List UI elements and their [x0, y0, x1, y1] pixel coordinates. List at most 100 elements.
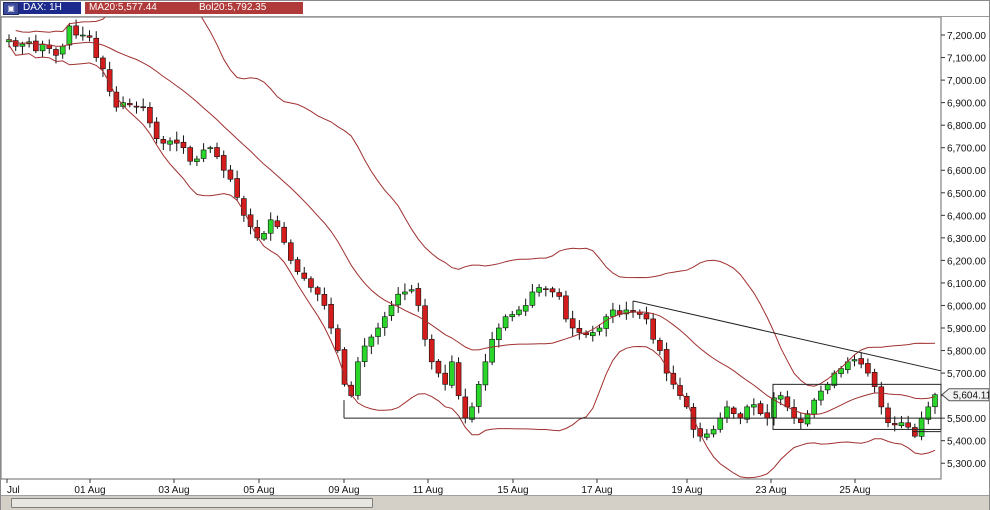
y-tick-label: 6,300.00 [947, 234, 986, 245]
candle-body [301, 272, 308, 279]
candle-body [422, 305, 428, 340]
y-tick-label: 5,900.00 [947, 324, 986, 335]
candle-body [918, 417, 925, 437]
candle-body [133, 105, 140, 108]
x-tick-label: 03 Aug [158, 485, 189, 495]
x-tick-label: 19 Aug [671, 485, 702, 495]
candle-body [865, 363, 871, 374]
candle-body [415, 288, 422, 306]
candle-body [784, 396, 791, 408]
candle-body [147, 107, 153, 124]
candle-body [308, 278, 314, 288]
last-price-label: 5,604.11 [953, 391, 989, 402]
x-tick-label: 05 Aug [243, 485, 274, 495]
candle-body [529, 291, 536, 306]
chart-menu-icon[interactable]: ▣ [3, 2, 19, 15]
candle-body [200, 149, 207, 159]
candle-body [73, 25, 79, 36]
candle-body [428, 338, 435, 363]
candle-body [66, 25, 73, 46]
candle-body [469, 406, 475, 420]
y-tick-label: 6,700.00 [947, 144, 986, 155]
y-tick-label: 6,100.00 [947, 279, 986, 290]
candle-body [885, 407, 891, 423]
candle-body [80, 34, 86, 37]
candle-body [234, 178, 240, 198]
candle-body [39, 43, 46, 52]
x-tick-label: 15 Aug [497, 485, 528, 495]
horizontal-scrollbar[interactable] [1, 495, 989, 510]
candle-body [402, 291, 408, 295]
candle-body [288, 242, 294, 261]
candle-body [891, 423, 898, 426]
candle-body [334, 328, 341, 351]
candle-body [187, 147, 193, 162]
candle-body [610, 309, 616, 317]
y-tick-label: 7,100.00 [947, 54, 986, 65]
y-tick-label: 7,200.00 [947, 31, 986, 42]
candle-body [355, 361, 361, 396]
candle-body [744, 406, 750, 420]
candle-body [556, 292, 563, 297]
x-tick-label: Jul [7, 485, 20, 495]
candle-body [543, 288, 549, 291]
candle-body [536, 287, 542, 293]
candle-body [569, 318, 576, 329]
candle-body [878, 386, 885, 408]
candle-body [153, 121, 160, 139]
candle-body [717, 417, 724, 430]
candle-body [858, 358, 864, 365]
x-tick-label: 01 Aug [74, 485, 105, 495]
candle-body [368, 336, 375, 347]
x-tick-label: 09 Aug [328, 485, 359, 495]
price-chart[interactable]: 7,200.00 7,100.00 7,000.00 6,900.00 6,800.00… [1, 17, 989, 495]
candle-body [160, 139, 167, 144]
candle-body [455, 362, 462, 396]
candle-body [804, 413, 811, 425]
candle-body [522, 305, 529, 312]
candle-body [643, 313, 650, 320]
candle-body [710, 429, 717, 435]
candle-body [824, 384, 831, 391]
candle-body [267, 219, 274, 234]
candle-body [261, 233, 267, 240]
candle-body [489, 338, 495, 363]
symbol-label[interactable]: DAX: 1H [19, 2, 81, 14]
candle-body [777, 395, 784, 400]
candle-body [126, 103, 133, 106]
candle-body [482, 361, 489, 386]
candle-body [576, 328, 583, 333]
candle-body [53, 49, 59, 56]
candle-body [475, 384, 482, 407]
candle-body [214, 147, 220, 158]
candle-body [737, 413, 744, 419]
y-tick-label: 6,600.00 [947, 166, 986, 177]
candle-body [180, 141, 187, 149]
candle-body [328, 304, 334, 329]
candle-body [657, 340, 663, 351]
y-tick-label: 5,400.00 [947, 437, 986, 448]
candle-body [314, 287, 321, 295]
candle-body [59, 45, 66, 55]
candle-body [596, 327, 603, 332]
candle-body [704, 433, 710, 438]
scrollbar-thumb[interactable] [11, 498, 373, 508]
bol-label: Bol20:5,792.35 [195, 2, 303, 14]
candle-body [650, 318, 656, 340]
candle-body [173, 139, 180, 144]
candle-body [724, 406, 730, 419]
y-tick-label: 6,900.00 [947, 99, 986, 110]
candle-body [395, 293, 401, 306]
y-tick-label: 6,400.00 [947, 211, 986, 222]
candle-body [516, 309, 522, 315]
candle-body [207, 147, 214, 150]
chart-window: ▣ DAX: 1H MA20:5,577.44 Bol20:5,792.35 7… [0, 0, 990, 510]
candle-body [375, 327, 381, 337]
candle-body [751, 404, 757, 408]
y-tick-label: 5,800.00 [947, 347, 986, 358]
candle-body [381, 316, 388, 328]
x-tick-label: 25 Aug [839, 485, 870, 495]
candle-body [274, 220, 281, 227]
candle-body [811, 399, 818, 415]
y-tick-label: 6,000.00 [947, 301, 986, 312]
